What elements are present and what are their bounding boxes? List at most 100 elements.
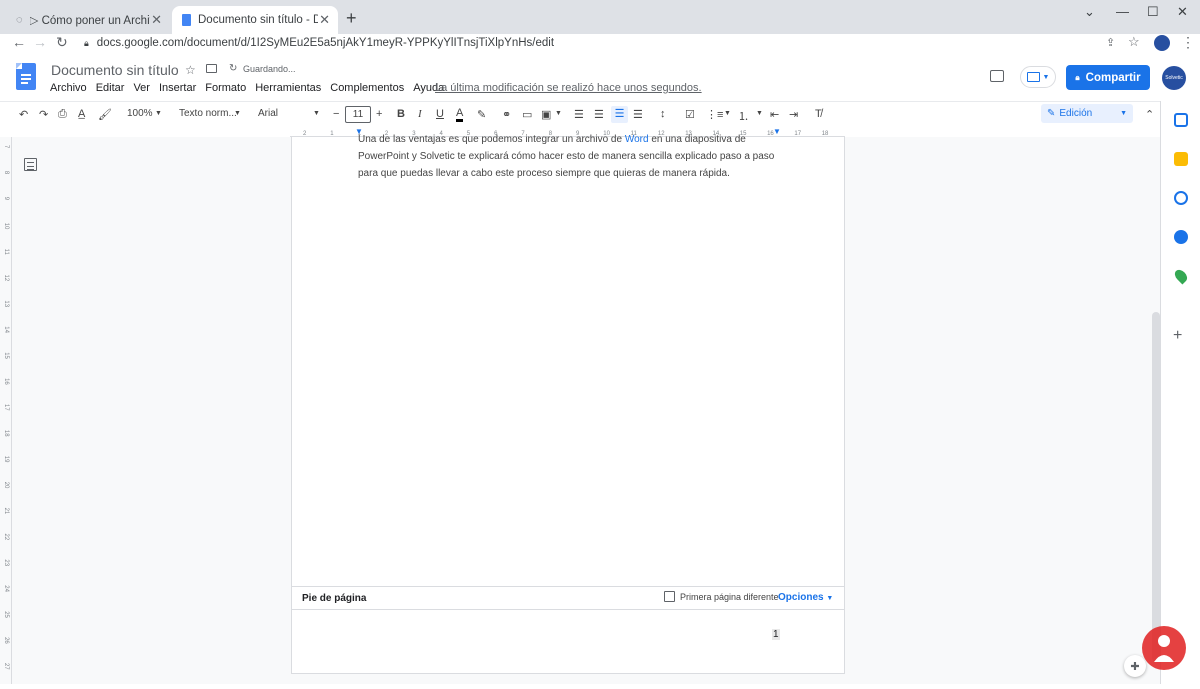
menu-ver[interactable]: Ver [133, 82, 150, 94]
forward-arrow-icon[interactable]: → [33, 34, 47, 50]
last-modified-link[interactable]: La última modificación se realizó hace u… [435, 82, 702, 94]
link-icon[interactable]: ⚭ [502, 108, 511, 121]
align-center-icon[interactable]: ☰ [594, 108, 604, 121]
highlight-icon[interactable]: ✎ [477, 108, 486, 121]
maximize-button[interactable]: ☐ [1147, 4, 1159, 20]
paint-format-icon[interactable]: 🖌︎ [98, 108, 112, 121]
tab-title: Documento sin título - Docume [198, 14, 318, 26]
share-label: Compartir [1085, 71, 1141, 84]
new-tab-button[interactable]: + [346, 8, 357, 29]
lock-icon: 🔒︎ [84, 37, 89, 48]
profile-icon[interactable] [1154, 35, 1170, 51]
numbered-list-icon[interactable]: ⒈ [738, 108, 749, 124]
scrollbar[interactable] [1152, 312, 1160, 662]
address-bar-row: ← → ↻ 🔒︎ docs.google.com/document/d/1I2S… [0, 34, 1200, 54]
window-close-button[interactable]: ✕ [1177, 4, 1188, 20]
url-field[interactable]: 🔒︎ docs.google.com/document/d/1I2SyMEu2E… [76, 34, 1150, 52]
undo-icon[interactable]: ↶ [19, 108, 28, 121]
first-page-different-checkbox[interactable]: Primera página diferente [664, 591, 779, 602]
footer-options-button[interactable]: Opciones ▼ [778, 592, 833, 603]
menu-complementos[interactable]: Complementos [330, 82, 404, 94]
print-icon[interactable]: ⎙ [58, 108, 67, 121]
style-select[interactable]: Texto norm... [179, 108, 237, 119]
avatar[interactable]: Solvetic [1162, 66, 1186, 90]
add-addon-icon[interactable]: + [1173, 327, 1182, 345]
menu-bar: Archivo Editar Ver Insertar Formato Herr… [50, 82, 453, 94]
align-left-icon[interactable]: ☰ [574, 108, 584, 121]
redo-icon[interactable]: ↷ [39, 108, 48, 121]
caret-down-icon: ▼ [155, 110, 162, 117]
spellcheck-icon[interactable]: A̲ [78, 108, 85, 120]
decrease-indent-icon[interactable]: ⇤ [770, 108, 779, 121]
text-color-button[interactable]: A [456, 108, 464, 122]
ruler-tick-label: 14 [3, 326, 9, 333]
close-icon[interactable]: ✕ [151, 12, 162, 28]
document-page[interactable]: Una de las ventajas es que podemos integ… [291, 134, 845, 674]
add-comment-icon[interactable]: ▭ [522, 108, 532, 121]
ruler-tick-label: 18 [3, 430, 9, 437]
docs-logo-icon[interactable] [16, 63, 36, 90]
contacts-icon[interactable] [1174, 230, 1188, 244]
ruler-tick-label: 8 [3, 171, 9, 175]
checkbox-icon[interactable] [664, 591, 675, 602]
tab-how-to[interactable]: ◌ ▷ Cómo poner un Archivo de Wo ✕ [6, 6, 170, 34]
document-outline-icon[interactable] [24, 158, 37, 171]
tasks-icon[interactable] [1174, 191, 1188, 205]
zoom-select[interactable]: 100% [127, 108, 153, 119]
align-right-icon[interactable]: ☰ [611, 106, 628, 123]
italic-button[interactable]: I [418, 108, 422, 120]
kebab-menu-icon[interactable]: ⋮ [1181, 34, 1195, 51]
menu-archivo[interactable]: Archivo [50, 82, 87, 94]
comments-icon[interactable] [990, 70, 1004, 82]
decrease-font-size-button[interactable]: − [333, 108, 339, 120]
pencil-icon: ✎ [1047, 108, 1056, 119]
editing-mode-select[interactable]: ✎ Edición ▼ [1041, 104, 1133, 123]
document-body[interactable]: Una de las ventajas es que podemos integ… [358, 131, 778, 182]
menu-herramientas[interactable]: Herramientas [255, 82, 321, 94]
underline-button[interactable]: U [436, 108, 444, 120]
minimize-button[interactable]: — [1116, 4, 1129, 19]
tab-docs[interactable]: Documento sin título - Docume ✕ [172, 6, 338, 34]
ruler-tick-label: 27 [3, 663, 9, 670]
clear-formatting-icon[interactable]: T̸ [815, 108, 822, 120]
caret-down-icon: ▼ [1042, 73, 1050, 81]
star-icon[interactable]: ☆ [185, 63, 196, 77]
chevron-up-icon[interactable]: ⌃ [1145, 108, 1154, 121]
maps-icon[interactable] [1172, 267, 1190, 285]
caret-down-icon: ▼ [234, 110, 241, 117]
keep-icon[interactable] [1174, 152, 1188, 166]
increase-font-size-button[interactable]: + [376, 108, 382, 120]
back-arrow-icon[interactable]: ← [12, 34, 26, 50]
ruler-tick-label: 25 [3, 611, 9, 618]
font-size-input[interactable]: 11 [345, 106, 371, 123]
present-button[interactable]: ▼ [1020, 66, 1056, 88]
word-link[interactable]: Word [625, 134, 649, 145]
insert-image-icon[interactable]: ▣ [541, 108, 551, 121]
checklist-icon[interactable]: ☑ [685, 108, 695, 121]
document-title[interactable]: Documento sin título [51, 62, 179, 78]
menu-formato[interactable]: Formato [205, 82, 246, 94]
folder-icon[interactable] [206, 64, 217, 73]
saving-status: Guardando... [243, 64, 296, 74]
bulleted-list-icon[interactable]: ⋮≡ [706, 108, 723, 121]
justify-icon[interactable]: ☰ [633, 108, 643, 121]
star-icon[interactable]: ☆ [1128, 34, 1140, 50]
chevron-down-icon[interactable]: ⌄ [1084, 4, 1095, 20]
increase-indent-icon[interactable]: ⇥ [789, 108, 798, 121]
lock-icon: 🔒︎ [1075, 72, 1080, 82]
formatting-toolbar: ↶ ↷ ⎙ A̲ 🖌︎ 100% ▼ Texto norm... ▼ Arial… [0, 101, 1160, 126]
share-page-icon[interactable]: ⇪ [1106, 36, 1115, 49]
close-icon[interactable]: ✕ [319, 12, 330, 28]
line-spacing-icon[interactable]: ↕ [660, 108, 666, 120]
font-select[interactable]: Arial [258, 108, 278, 119]
reload-icon[interactable]: ↻ [56, 34, 68, 51]
share-button[interactable]: 🔒︎ Compartir [1066, 65, 1150, 90]
ruler-ticks: 7 8 9 10 11 12 13 14 15 16 17 18 19 20 21 22 23 24 25 26 27 [3, 145, 9, 670]
menu-editar[interactable]: Editar [96, 82, 125, 94]
edit-mode-label: Edición [1059, 108, 1093, 119]
page-number[interactable]: 1 [772, 629, 780, 640]
bold-button[interactable]: B [397, 108, 405, 120]
menu-insertar[interactable]: Insertar [159, 82, 196, 94]
vertical-ruler[interactable]: 7 8 9 10 11 12 13 14 15 16 17 18 19 20 21 22 23 24 25 26 27 [0, 137, 12, 684]
calendar-icon[interactable] [1174, 113, 1188, 127]
